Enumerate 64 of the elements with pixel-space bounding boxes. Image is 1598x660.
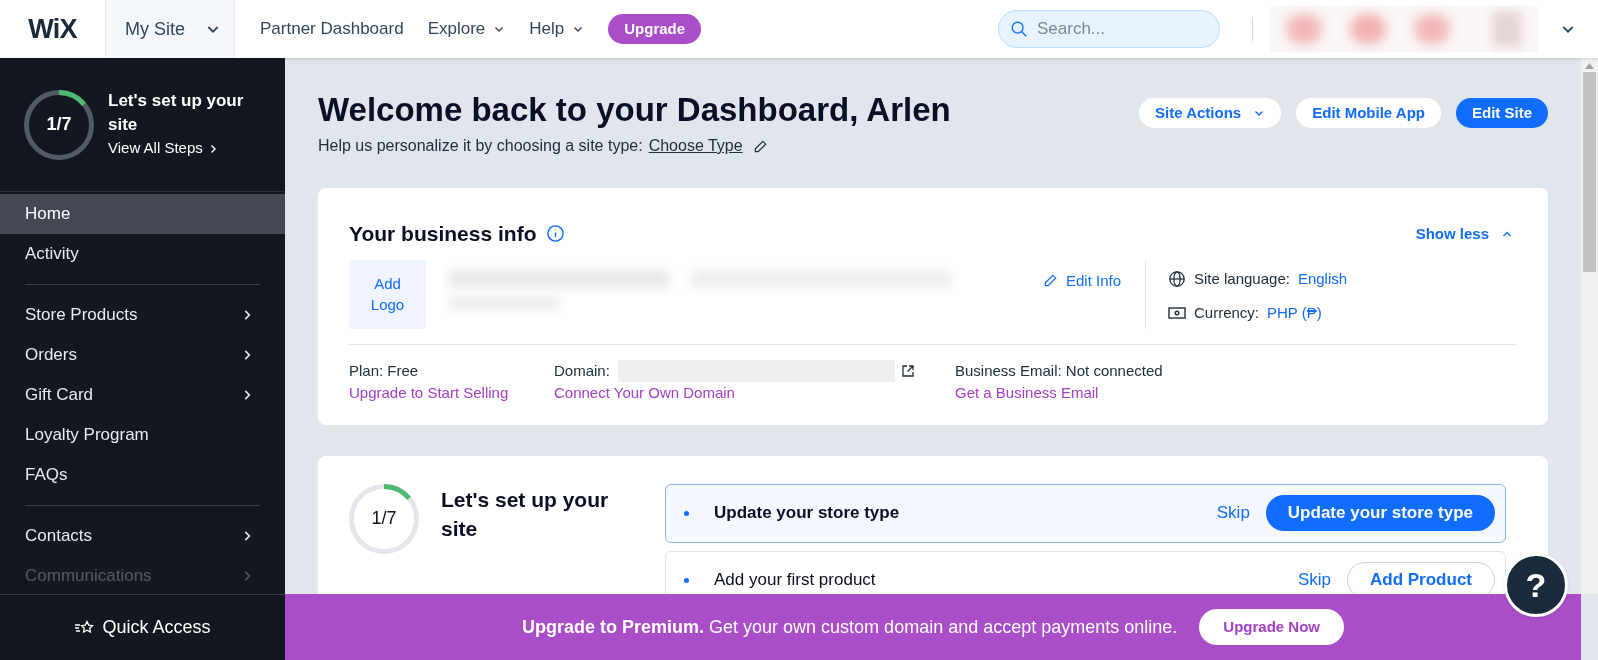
- progress-text: 1/7: [371, 507, 397, 530]
- task-row[interactable]: Update your store type Skip Update your store type: [665, 483, 1506, 543]
- search-field[interactable]: Search...: [998, 10, 1220, 48]
- header-button[interactable]: Edit Mobile App: [1296, 98, 1441, 128]
- choose-type-link[interactable]: Choose Type: [648, 134, 743, 158]
- add-logo-button[interactable]: Add Logo: [349, 259, 426, 329]
- upgrade-button[interactable]: Upgrade: [608, 14, 702, 44]
- task-label: Update your store type: [714, 502, 900, 525]
- skip-link[interactable]: Skip: [1216, 500, 1250, 526]
- external-link-icon: [900, 363, 915, 378]
- nav-link[interactable]: Explore: [427, 16, 506, 42]
- pencil-icon: [1042, 273, 1058, 289]
- sidebar-item[interactable]: Home: [0, 194, 285, 234]
- nav-link[interactable]: Help: [529, 16, 585, 42]
- sidebar-item[interactable]: Loyalty Program: [25, 415, 260, 455]
- task-row[interactable]: Add your first product Skip Add Product: [665, 550, 1506, 594]
- nav-link[interactable]: Partner Dashboard: [260, 16, 404, 42]
- header-button[interactable]: Site Actions: [1139, 98, 1282, 128]
- progress-ring: [349, 483, 419, 554]
- show-less-button[interactable]: Show less: [1415, 222, 1513, 245]
- sidebar-item[interactable]: Gift Card: [25, 375, 260, 415]
- setting-label: Currency:: [1194, 303, 1260, 323]
- edit-info-button[interactable]: Edit Info: [1042, 269, 1121, 292]
- footer-label: Business Email: Not connected: [955, 360, 1163, 381]
- scroll-up-icon[interactable]: [1585, 63, 1594, 69]
- sidebar-item[interactable]: Store Products: [25, 295, 260, 335]
- footer-label: Domain:: [554, 360, 610, 381]
- task-action-button[interactable]: Add Product: [1347, 562, 1495, 594]
- setting-value-link[interactable]: English: [1297, 267, 1348, 290]
- skip-link[interactable]: Skip: [1297, 567, 1331, 593]
- bullet-icon: [684, 577, 689, 583]
- subtitle: Help us personalize it by choosing a site type:: [318, 136, 643, 156]
- task-label: Add your first product: [714, 569, 876, 592]
- site-menu[interactable]: My Site: [105, 0, 235, 58]
- setup-title: Let's set up your site: [108, 90, 245, 137]
- view-steps-link[interactable]: View All Steps: [108, 137, 258, 160]
- header-button[interactable]: Edit Site: [1456, 98, 1548, 128]
- page-title: Welcome back to your Dashboard, Arlen: [318, 90, 951, 130]
- star-list-icon: [74, 619, 95, 636]
- upgrade-now-button[interactable]: Upgrade Now: [1199, 609, 1344, 645]
- info-icon: [546, 224, 566, 244]
- progress-text: 1/7: [46, 113, 72, 136]
- setting-label: Site language:: [1194, 268, 1290, 289]
- setting-value-link[interactable]: PHP (₱): [1267, 302, 1322, 325]
- footer-link[interactable]: Get a Business Email: [955, 382, 1163, 405]
- globe-icon: [1168, 269, 1186, 288]
- footer-link[interactable]: Upgrade to Start Selling: [349, 382, 554, 405]
- progress-ring: [24, 89, 94, 160]
- scrollbar[interactable]: [1581, 58, 1598, 594]
- sidebar-item[interactable]: Orders: [25, 335, 260, 375]
- sidebar-item[interactable]: FAQs: [25, 455, 260, 495]
- footer-link[interactable]: Connect Your Own Domain: [554, 382, 955, 405]
- bullet-icon: [684, 510, 689, 516]
- logo[interactable]: WiX: [28, 8, 77, 50]
- banknote-icon: [1168, 306, 1186, 321]
- setup-title: Let's set up your site: [441, 486, 610, 542]
- search-icon: [1010, 20, 1028, 38]
- sidebar-item[interactable]: Activity: [0, 234, 285, 274]
- banner-text: Upgrade to Premium. Get your own custom domain and accept payments online.: [522, 615, 1178, 639]
- task-action-button[interactable]: Update your store type: [1265, 495, 1495, 531]
- card-title: Your business info: [349, 221, 537, 247]
- sidebar-item[interactable]: Contacts: [25, 516, 260, 556]
- pencil-icon: [752, 138, 768, 154]
- footer-label: Plan: Free: [349, 360, 419, 381]
